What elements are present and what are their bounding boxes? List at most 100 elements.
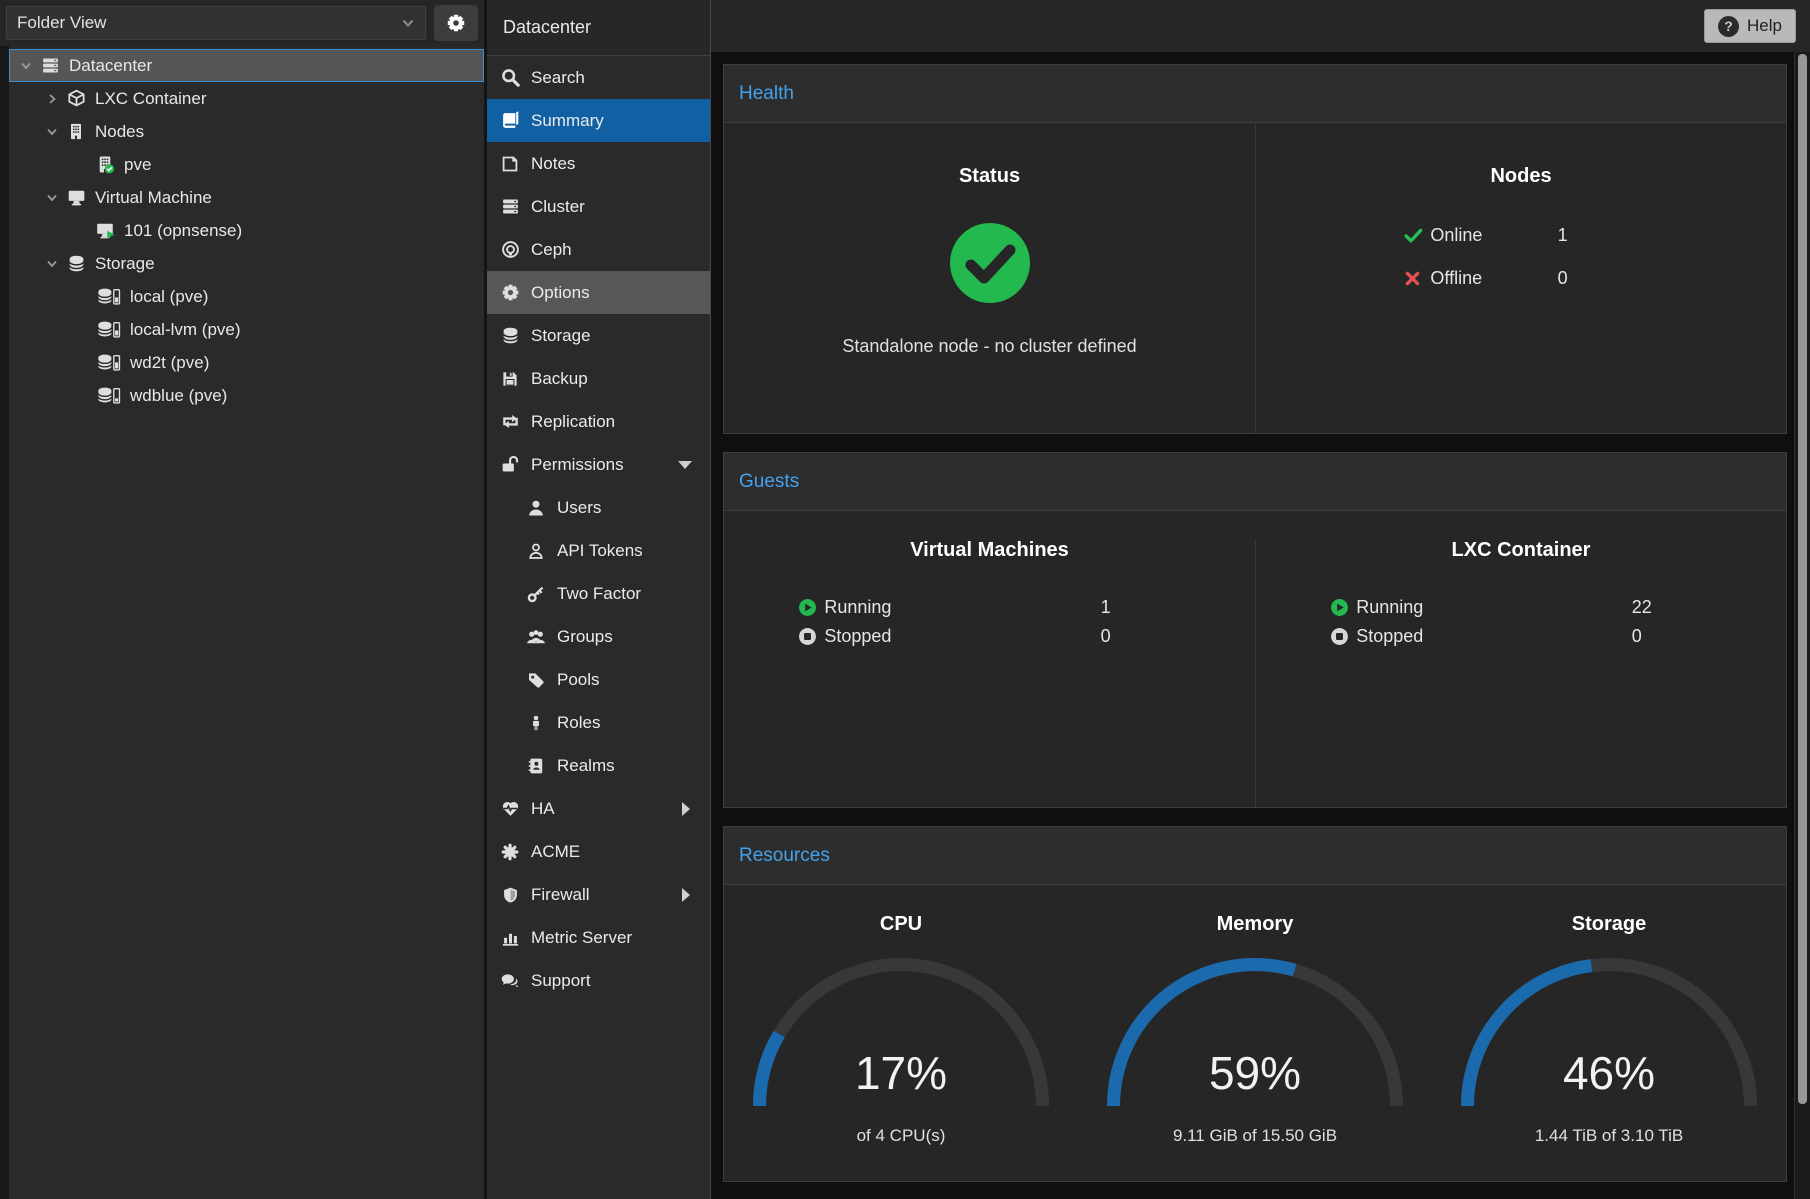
tree-item-pve[interactable]: pve — [9, 148, 484, 181]
tree-item-vm-101[interactable]: 101 (opnsense) — [9, 214, 484, 247]
storage-usage-icon — [93, 287, 123, 307]
table-row: Online 1 — [1404, 214, 1637, 257]
tree-item-label: Datacenter — [69, 56, 152, 76]
tree-item-storage-wdblue[interactable]: wdblue (pve) — [9, 379, 484, 412]
menu-item-roles[interactable]: Roles — [487, 701, 710, 744]
tree-item-nodes[interactable]: Nodes — [9, 115, 484, 148]
tree-item-storage-local-lvm[interactable]: local-lvm (pve) — [9, 313, 484, 346]
menu-item-pools[interactable]: Pools — [487, 658, 710, 701]
scrollbar-thumb[interactable] — [1798, 54, 1807, 1104]
row-value: 0 — [1101, 626, 1181, 647]
menu-item-notes[interactable]: Notes — [487, 142, 710, 185]
tree-item-label: wdblue (pve) — [130, 386, 227, 406]
storage-usage-icon — [93, 386, 123, 406]
menu-item-groups[interactable]: Groups — [487, 615, 710, 658]
chevron-down-icon[interactable] — [42, 258, 62, 270]
user-outline-icon — [525, 541, 547, 561]
menu-item-ha[interactable]: HA — [487, 787, 710, 830]
tree-item-datacenter[interactable]: Datacenter — [9, 49, 484, 82]
menu-item-firewall[interactable]: Firewall — [487, 873, 710, 916]
chart-bar-icon — [499, 928, 521, 948]
chevron-down-icon[interactable] — [16, 60, 36, 72]
note-icon — [499, 154, 521, 174]
chevron-down-icon[interactable] — [42, 126, 62, 138]
tree-item-label: local-lvm (pve) — [130, 320, 241, 340]
menu-item-cluster[interactable]: Cluster — [487, 185, 710, 228]
health-status-column: Status Standalone node - no cluster defi… — [724, 123, 1255, 433]
tree-item-label: pve — [124, 155, 151, 175]
tree-settings-button[interactable] — [434, 5, 478, 41]
menu-item-realms[interactable]: Realms — [487, 744, 710, 787]
row-label: Running — [824, 597, 1100, 618]
menu-item-replication[interactable]: Replication — [487, 400, 710, 443]
view-selector-dropdown[interactable]: Folder View — [6, 6, 426, 40]
chevron-right-icon[interactable] — [42, 93, 62, 105]
key-icon — [525, 584, 547, 604]
tree-item-storage-local[interactable]: local (pve) — [9, 280, 484, 313]
help-button-label: Help — [1747, 16, 1782, 36]
menu-item-backup[interactable]: Backup — [487, 357, 710, 400]
tree-item-storage[interactable]: Storage — [9, 247, 484, 280]
menu-item-users[interactable]: Users — [487, 486, 710, 529]
tree-item-virtual-machine[interactable]: Virtual Machine — [9, 181, 484, 214]
view-selector-value: Folder View — [17, 13, 401, 33]
memory-heading: Memory — [1217, 913, 1294, 936]
menu-item-label: Pools — [557, 670, 698, 690]
storage-gauge: Storage 46% 1.44 TiB of 3.10 TiB — [1432, 913, 1786, 1181]
play-circle-icon — [798, 598, 824, 617]
chevron-right-icon — [682, 888, 690, 902]
monitor-icon — [64, 188, 88, 208]
menu-item-label: Realms — [557, 756, 698, 776]
table-row: Running 22 — [1330, 593, 1712, 622]
tree-item-lxc-container[interactable]: LXC Container — [9, 82, 484, 115]
storage-detail: 1.44 TiB of 3.10 TiB — [1535, 1126, 1683, 1146]
menu-item-ceph[interactable]: Ceph — [487, 228, 710, 271]
tree-item-label: wd2t (pve) — [130, 353, 209, 373]
row-label: Online — [1430, 225, 1557, 246]
gear-icon — [499, 283, 521, 303]
guests-panel: Guests Virtual Machines Running 1 — [723, 452, 1787, 808]
app-window: Folder View Datacenter LXC Container — [0, 0, 1810, 1199]
vertical-scrollbar[interactable] — [1794, 52, 1810, 1199]
heartbeat-icon — [499, 799, 521, 819]
row-label: Offline — [1430, 268, 1557, 289]
health-nodes-column: Nodes Online 1 Offline 0 — [1255, 123, 1786, 433]
summary-panels: Health Status Standalone node - no clust… — [711, 52, 1794, 1199]
menu-item-two-factor[interactable]: Two Factor — [487, 572, 710, 615]
lxc-container-heading: LXC Container — [1256, 539, 1786, 562]
row-value: 0 — [1632, 626, 1712, 647]
menu-item-label: Cluster — [531, 197, 698, 217]
menu-item-summary[interactable]: Summary — [487, 99, 710, 142]
menu-item-label: Storage — [531, 326, 698, 346]
menu-item-label: Notes — [531, 154, 698, 174]
guests-panel-title: Guests — [724, 453, 1786, 511]
cpu-detail: of 4 CPU(s) — [857, 1126, 946, 1146]
row-label: Stopped — [824, 626, 1100, 647]
virtual-machines-heading: Virtual Machines — [724, 539, 1255, 562]
help-button[interactable]: ? Help — [1704, 9, 1796, 43]
menu-item-acme[interactable]: ACME — [487, 830, 710, 873]
health-panel: Health Status Standalone node - no clust… — [723, 64, 1787, 434]
cpu-heading: CPU — [880, 913, 922, 936]
node-online-icon — [93, 155, 117, 175]
top-bar: ? Help — [711, 0, 1810, 52]
building-icon — [64, 122, 88, 142]
chevron-down-icon[interactable] — [42, 192, 62, 204]
menu-item-search[interactable]: Search — [487, 56, 710, 99]
vm-table: Running 1 Stopped 0 — [798, 593, 1180, 651]
menu-item-options[interactable]: Options — [487, 271, 710, 314]
menu-item-support[interactable]: Support — [487, 959, 710, 1002]
database-icon — [499, 326, 521, 346]
lxc-table: Running 22 Stopped 0 — [1330, 593, 1712, 651]
status-message: Standalone node - no cluster defined — [842, 336, 1136, 357]
menu-item-metric-server[interactable]: Metric Server — [487, 916, 710, 959]
menu-item-permissions[interactable]: Permissions — [487, 443, 710, 486]
menu-item-api-tokens[interactable]: API Tokens — [487, 529, 710, 572]
tree-item-storage-wd2t[interactable]: wd2t (pve) — [9, 346, 484, 379]
menu-item-label: HA — [531, 799, 682, 819]
menu-item-label: Groups — [557, 627, 698, 647]
replication-icon — [499, 412, 521, 432]
shield-icon — [499, 885, 521, 905]
menu-item-storage[interactable]: Storage — [487, 314, 710, 357]
cluster-icon — [499, 197, 521, 217]
